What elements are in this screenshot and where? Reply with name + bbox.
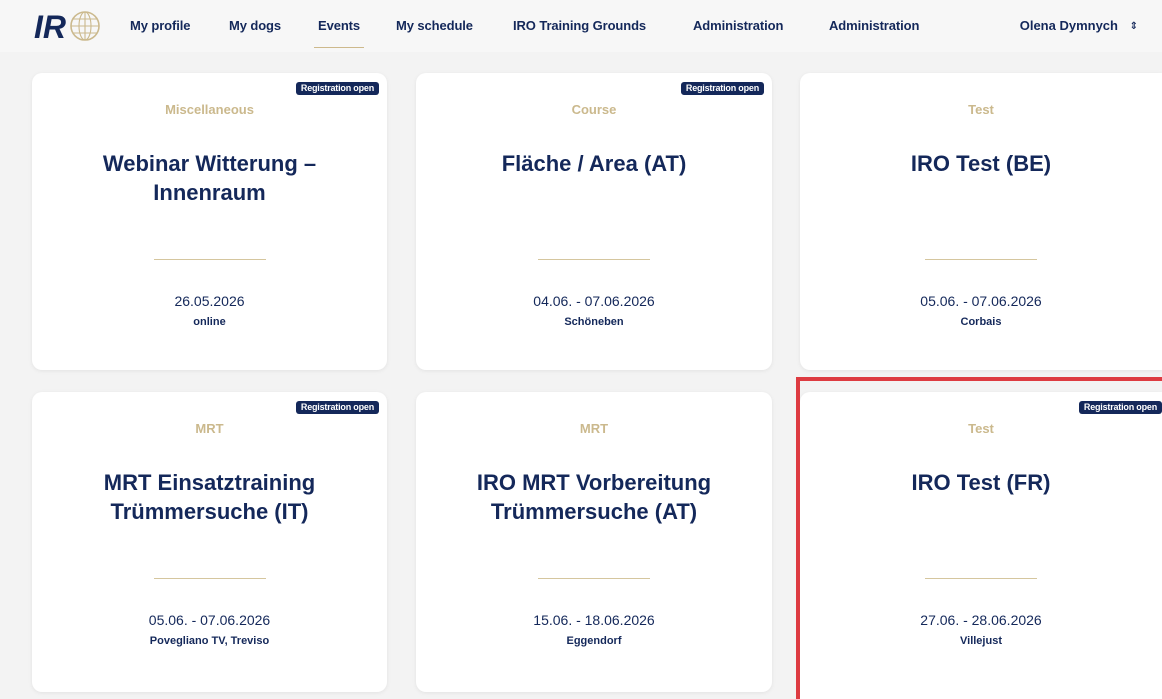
event-title: MRT Einsatztraining Trümmersuche (IT) — [103, 470, 316, 524]
svg-text:IR: IR — [34, 9, 66, 44]
event-title: Webinar Witterung – Innenraum — [102, 151, 317, 205]
card-divider — [925, 578, 1037, 579]
event-card[interactable]: Registration open MRT MRT Einsatztrainin… — [32, 392, 387, 692]
user-menu[interactable]: Olena Dymnych ⇕ — [1020, 18, 1138, 33]
nav-events[interactable]: Events — [313, 18, 365, 48]
registration-open-badge: Registration open — [295, 401, 379, 414]
event-category: Test — [968, 421, 994, 436]
nav-administration[interactable]: Administration — [693, 18, 783, 33]
event-title: IRO MRT Vorbereitung Trümmersuche (AT) — [476, 470, 712, 524]
card-divider — [538, 259, 650, 260]
event-location: Corbais — [960, 316, 1002, 328]
event-date: 26.05.2026 — [174, 293, 245, 309]
event-date: 05.06. - 07.06.2026 — [920, 293, 1042, 309]
event-title: IRO Test (BE) — [910, 151, 1052, 176]
event-category: MRT — [579, 421, 609, 436]
card-divider — [153, 578, 266, 579]
event-title: Fläche / Area (AT) — [501, 151, 687, 176]
card-divider — [153, 259, 266, 260]
sort-chevron-icon: ⇕ — [1129, 20, 1138, 32]
event-date: 04.06. - 07.06.2026 — [533, 293, 655, 309]
top-navigation-bar: IR My profile My dogs Events My schedule… — [0, 0, 1162, 52]
event-card[interactable]: Registration open Course Fläche / Area (… — [416, 73, 772, 370]
event-card[interactable]: Registration open Test IRO Test (FR) 27.… — [800, 392, 1162, 699]
nav-my-schedule[interactable]: My schedule — [396, 18, 473, 33]
event-date: 27.06. - 28.06.2026 — [920, 612, 1042, 628]
event-location: Villejust — [960, 635, 1002, 647]
iro-logo[interactable]: IR — [34, 8, 102, 44]
event-location: online — [193, 316, 226, 328]
event-location: Schöneben — [564, 316, 624, 328]
registration-open-badge: Registration open — [680, 82, 764, 95]
event-category: Test — [968, 102, 994, 117]
event-location: Povegliano TV, Treviso — [149, 635, 270, 647]
nav-administration-2[interactable]: Administration — [829, 18, 919, 33]
registration-open-badge: Registration open — [295, 82, 379, 95]
event-card[interactable]: Registration open Miscellaneous Webinar … — [32, 73, 387, 370]
registration-open-badge: Registration open — [1078, 401, 1162, 414]
nav-my-dogs[interactable]: My dogs — [229, 18, 281, 33]
event-category: MRT — [195, 421, 224, 436]
user-name: Olena Dymnych — [1019, 18, 1118, 33]
nav-iro-training-grounds[interactable]: IRO Training Grounds — [513, 18, 646, 33]
event-category: Miscellaneous — [165, 102, 254, 117]
card-divider — [538, 578, 650, 579]
event-card[interactable]: MRT IRO MRT Vorbereitung Trümmersuche (A… — [416, 392, 772, 692]
event-title: IRO Test (FR) — [911, 470, 1051, 495]
event-location: Eggendorf — [566, 635, 622, 647]
event-card[interactable]: Test IRO Test (BE) 05.06. - 07.06.2026 C… — [800, 73, 1162, 370]
card-divider — [925, 259, 1037, 260]
event-date: 15.06. - 18.06.2026 — [533, 612, 655, 628]
event-category: Course — [571, 102, 617, 117]
nav-my-profile[interactable]: My profile — [130, 18, 191, 33]
event-date: 05.06. - 07.06.2026 — [148, 612, 271, 628]
